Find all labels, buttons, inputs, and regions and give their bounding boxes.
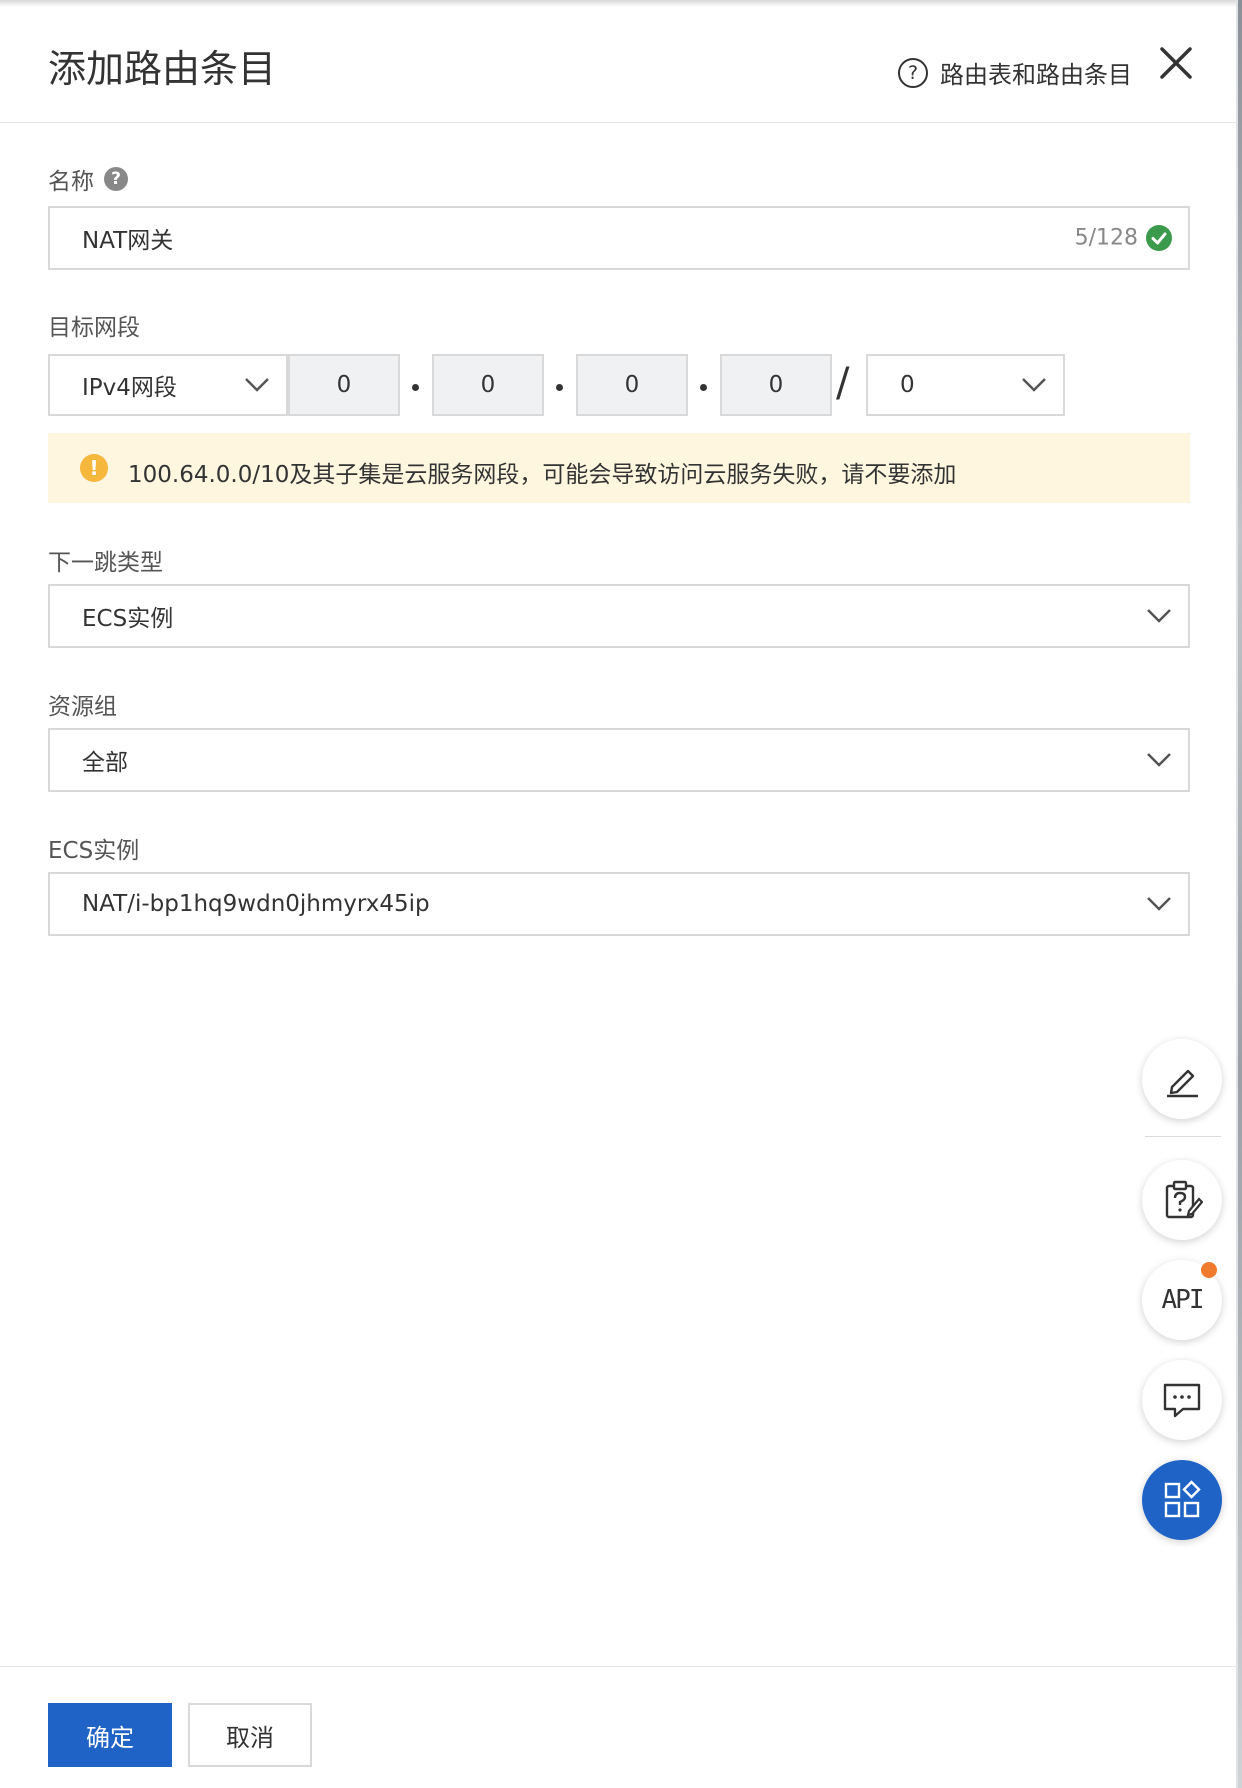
fab-separator <box>1145 1136 1221 1137</box>
cidr-mask-select[interactable]: 0 <box>866 354 1065 416</box>
resource-group-label-row: 资源组 <box>48 687 117 721</box>
cidr-octet-1[interactable]: 0 <box>288 354 400 416</box>
cidr-dot <box>556 384 563 391</box>
check-circle-icon <box>1146 225 1172 251</box>
next-hop-type-label: 下一跳类型 <box>48 550 163 576</box>
clipboard-question-icon <box>1165 1180 1203 1219</box>
close-icon[interactable] <box>1158 45 1194 81</box>
name-label: 名称 <box>48 169 94 195</box>
chevron-down-icon <box>245 378 269 392</box>
help-link-label: 路由表和路由条目 <box>940 61 1132 89</box>
cancel-button[interactable]: 取消 <box>188 1703 312 1767</box>
apps-icon <box>1164 1480 1201 1518</box>
cidr-type-value: IPv4网段 <box>82 375 177 401</box>
cidr-octet-2[interactable]: 0 <box>432 354 544 416</box>
next-hop-type-value: ECS实例 <box>82 606 174 632</box>
cidr-octet-4[interactable]: 0 <box>720 354 832 416</box>
name-input[interactable]: NAT网关 5/128 <box>48 206 1190 270</box>
notification-dot <box>1201 1262 1217 1278</box>
cidr-dot <box>412 384 419 391</box>
cidr-type-select[interactable]: IPv4网段 <box>48 354 288 416</box>
cidr-octet-3[interactable]: 0 <box>576 354 688 416</box>
warning-text: 100.64.0.0/10及其子集是云服务网段，可能会导致访问云服务失败，请不要… <box>128 462 957 488</box>
name-input-value: NAT网关 <box>82 228 174 254</box>
ecs-instance-select[interactable]: NAT/i-bp1hq9wdn0jhmyrx45ip <box>48 872 1190 936</box>
apps-tool-button[interactable] <box>1142 1460 1222 1540</box>
warning-icon: ! <box>80 454 108 482</box>
confirm-button[interactable]: 确定 <box>48 1703 172 1767</box>
help-circle-icon: ? <box>898 57 928 88</box>
resource-group-select[interactable]: 全部 <box>48 728 1190 792</box>
name-char-counter: 5/128 <box>1074 225 1138 251</box>
chevron-down-icon <box>1147 609 1171 623</box>
help-link[interactable]: ? 路由表和路由条目 <box>898 55 1132 90</box>
next-hop-label-row: 下一跳类型 <box>48 543 163 577</box>
dialog-header: 添加路由条目 ? 路由表和路由条目 <box>0 0 1238 123</box>
warning-alert: ! 100.64.0.0/10及其子集是云服务网段，可能会导致访问云服务失败，请… <box>48 433 1190 503</box>
cidr-dot <box>700 384 707 391</box>
name-label-row: 名称 ? <box>48 162 128 196</box>
dialog-title: 添加路由条目 <box>48 47 277 91</box>
next-hop-type-select[interactable]: ECS实例 <box>48 584 1190 648</box>
target-cidr-label: 目标网段 <box>48 315 140 341</box>
chevron-down-icon <box>1147 753 1171 767</box>
chevron-down-icon <box>1147 897 1171 911</box>
feedback-tool-button[interactable] <box>1142 1160 1222 1240</box>
target-cidr-label-row: 目标网段 <box>48 308 140 342</box>
cidr-mask-value: 0 <box>900 372 915 398</box>
cidr-slash: / <box>836 360 850 406</box>
chat-tool-button[interactable] <box>1142 1360 1222 1440</box>
ecs-instance-label: ECS实例 <box>48 838 140 864</box>
ecs-instance-label-row: ECS实例 <box>48 831 139 865</box>
edit-tool-button[interactable] <box>1142 1039 1222 1119</box>
resource-group-label: 资源组 <box>48 694 117 720</box>
edit-icon <box>1167 1069 1198 1098</box>
api-icon: API <box>1161 1285 1205 1315</box>
chat-icon <box>1163 1383 1201 1418</box>
name-help-icon[interactable]: ? <box>104 167 128 191</box>
footer-divider <box>0 1666 1238 1667</box>
resource-group-value: 全部 <box>82 750 128 776</box>
chevron-down-icon <box>1022 378 1046 392</box>
ecs-instance-value: NAT/i-bp1hq9wdn0jhmyrx45ip <box>82 891 430 917</box>
background-strip <box>1238 0 1242 1788</box>
